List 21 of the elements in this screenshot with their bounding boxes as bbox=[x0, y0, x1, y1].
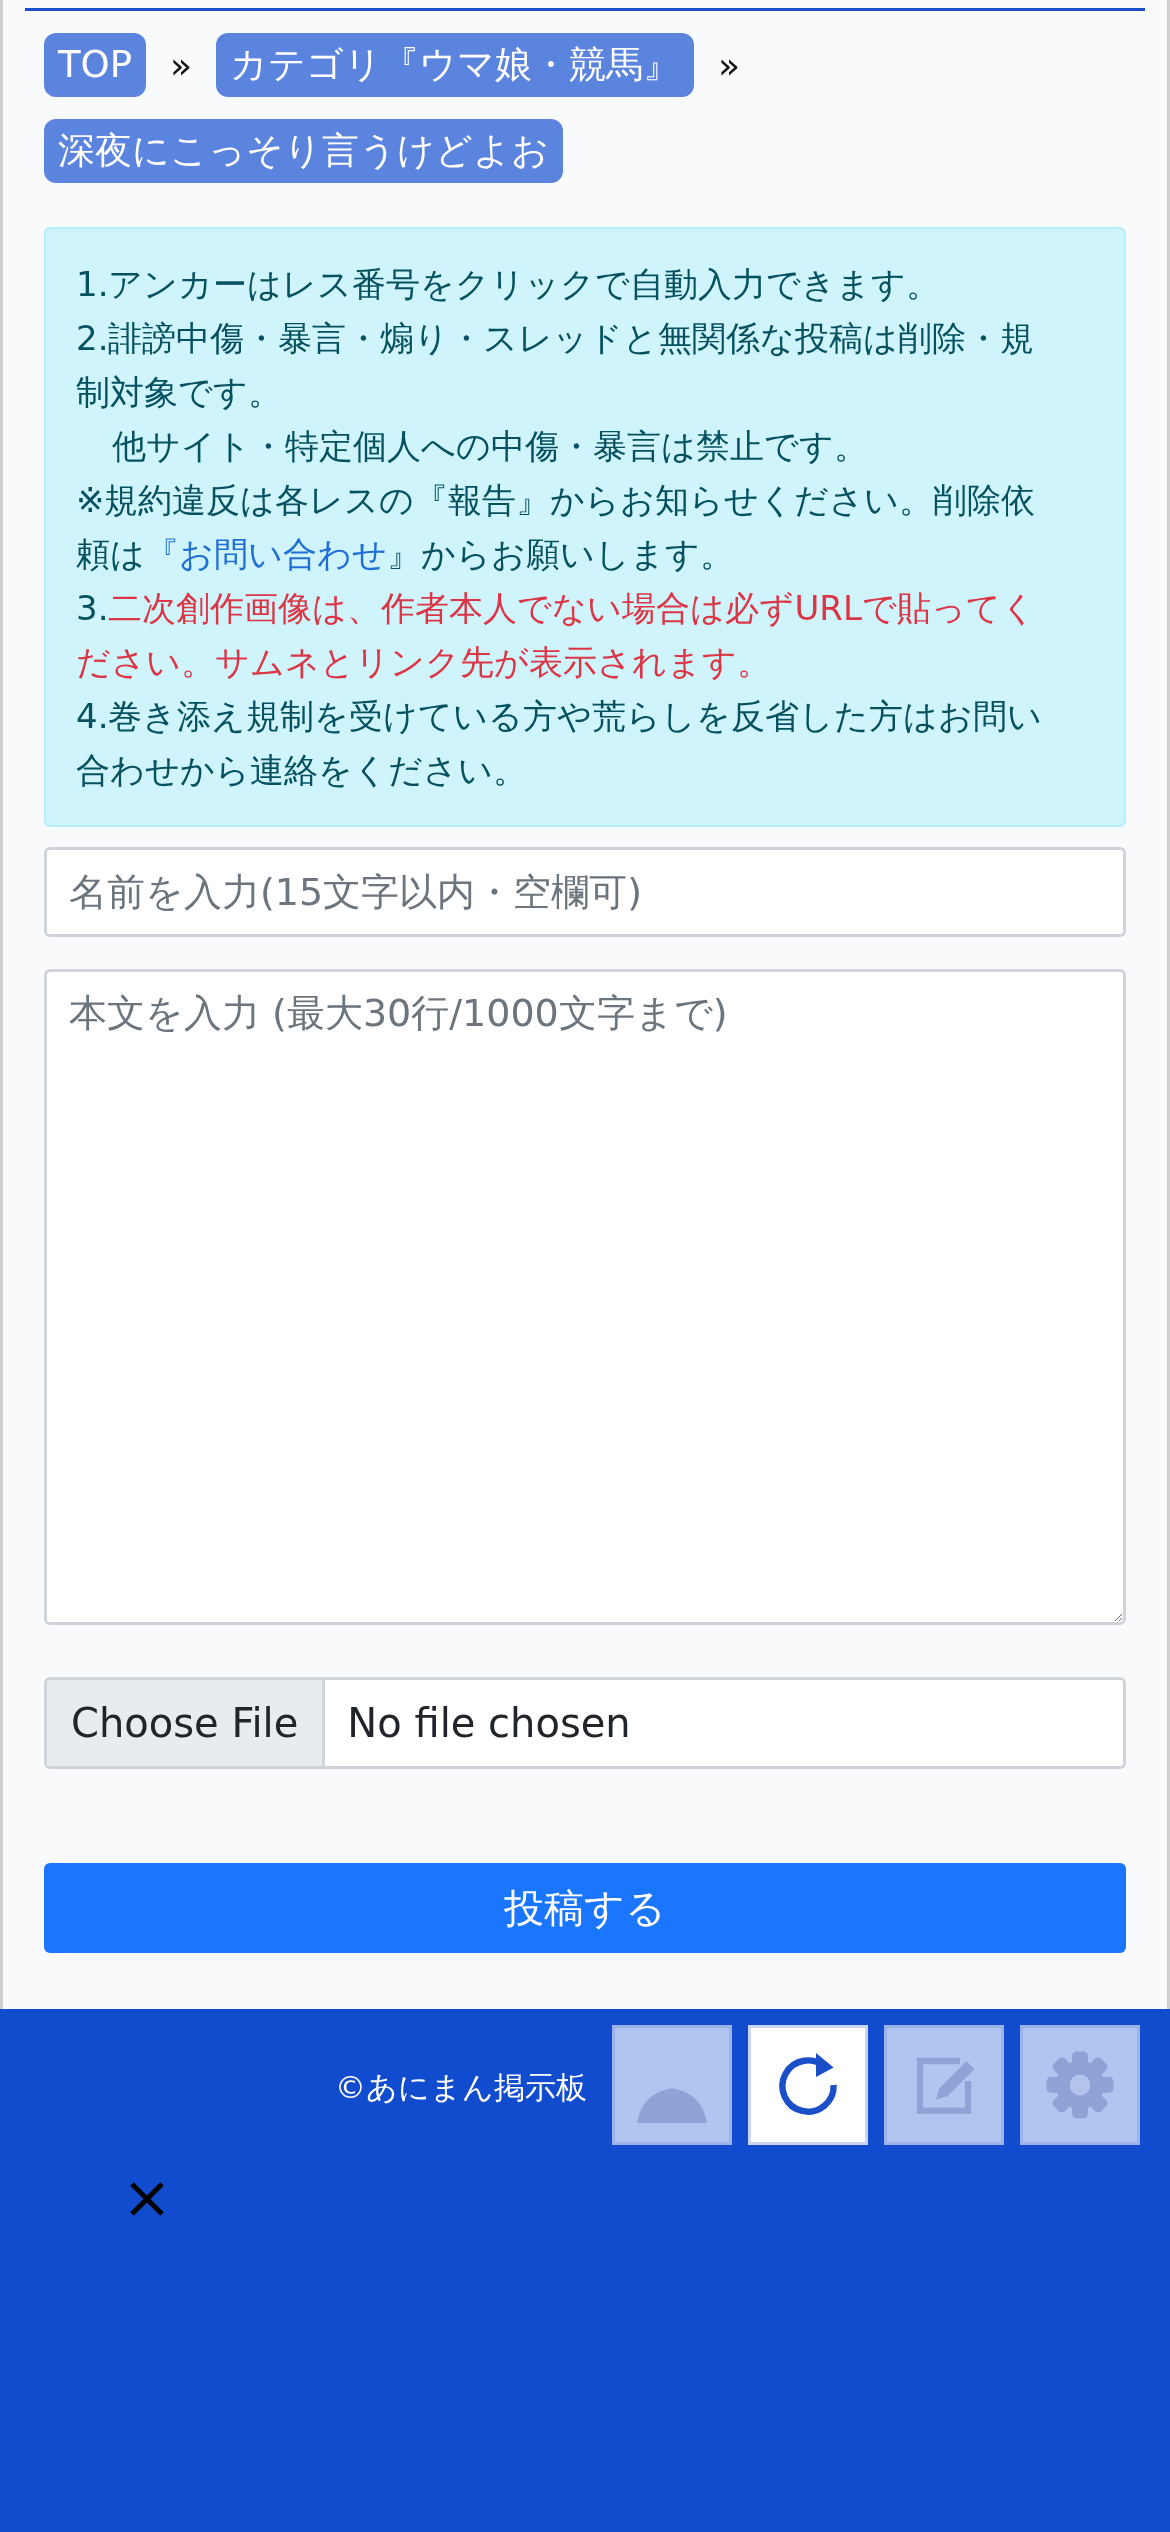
breadcrumb-link[interactable]: カテゴリ『ウマ娘・競馬』 bbox=[216, 33, 695, 97]
breadcrumb-separator: » bbox=[170, 44, 193, 86]
notice-text: 4.巻き添え規制を受けている方や荒らしを反省した方はお問い合わせから連絡をください。 bbox=[76, 695, 1044, 792]
submit-button[interactable]: 投稿する bbox=[44, 1863, 1126, 1953]
reload-button[interactable] bbox=[748, 2025, 868, 2145]
notice-text: 他サイト・特定個人への中傷・暴言は禁止です。 bbox=[111, 425, 869, 468]
file-status: No file chosen bbox=[346, 1699, 632, 1748]
notice-text: 1.アンカーはレス番号をクリックで自動入力できます。 bbox=[76, 263, 942, 306]
notice-text: 2.誹謗中傷・暴言・煽り・スレッドと無関係な投稿は削除・規制対象です。 bbox=[76, 317, 1036, 414]
breadcrumb-link[interactable]: 深夜にこっそり言うけどよお bbox=[44, 119, 563, 183]
name-field[interactable]: 名前を入力(15文字以内・空欄可) bbox=[44, 847, 1126, 937]
notice-text: ※規約違反は各レスの『報告』からお知らせください。削除依頼は『お問い合わせ』からお願いします。 bbox=[76, 479, 1037, 576]
body-field[interactable]: 本文を入力 (最大30行/1000文字まで) bbox=[44, 969, 1126, 1625]
notice-text: 3.二次創作画像は、作者本人でない場合は必ずURLで貼ってください。サムネとリンク先が表示されます。 bbox=[76, 587, 1037, 684]
breadcrumb-separator: » bbox=[718, 44, 741, 86]
file-input[interactable]: Choose File No file chosen bbox=[44, 1677, 1126, 1769]
hill-icon bbox=[637, 2087, 707, 2123]
breadcrumb-link[interactable]: TOP bbox=[44, 33, 147, 97]
contact-link[interactable]: 『お問い合わせ bbox=[145, 534, 387, 574]
copyright-text: ©あにまん掲示板 bbox=[335, 2068, 587, 2107]
choose-file-button[interactable]: Choose File bbox=[47, 1680, 326, 1766]
